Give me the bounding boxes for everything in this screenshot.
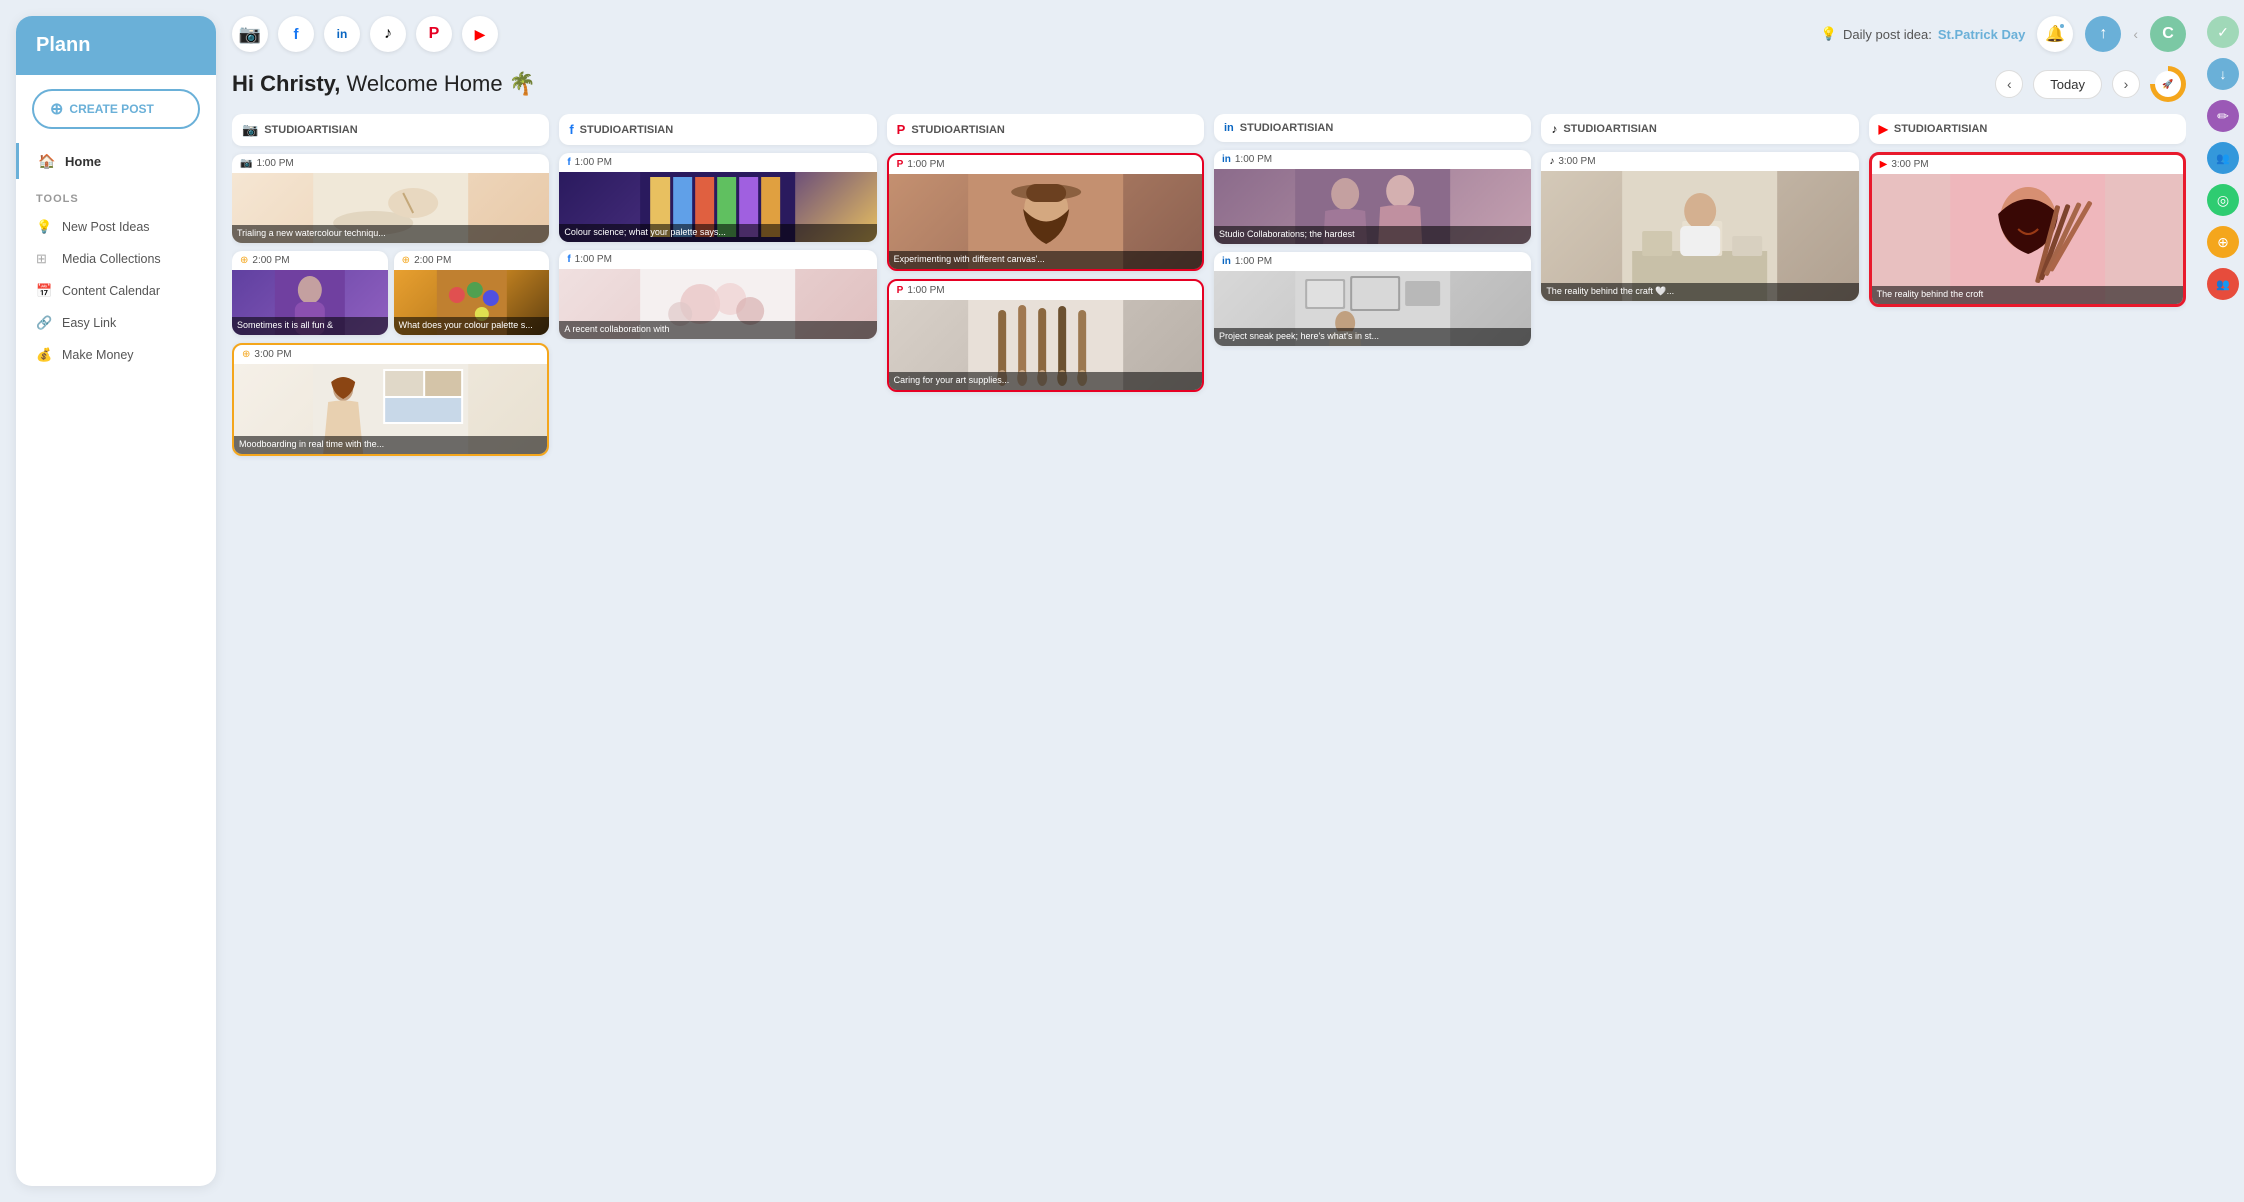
create-post-button[interactable]: ⊕ CREATE POST — [32, 89, 200, 129]
link-icon: 🔗 — [36, 315, 52, 331]
grid-icon: ⊞ — [36, 251, 52, 267]
pinterest-column-header: P STUDIOARTISIAN — [887, 114, 1204, 145]
notification-button[interactable]: 🔔 — [2037, 16, 2073, 52]
today-button[interactable]: Today — [2033, 70, 2102, 99]
post-caption: Colour science; what your palette says..… — [559, 224, 876, 242]
calendar-icon: 📅 — [36, 283, 52, 299]
coins-button[interactable]: ⊕ — [2207, 226, 2239, 258]
bulb-icon: 💡 — [1821, 26, 1837, 42]
post-card[interactable]: P1:00 PM — [887, 279, 1204, 392]
calendar-nav-controls: ‹ Today › 🚀 — [1995, 66, 2186, 102]
upload-button[interactable]: ↑ — [2085, 16, 2121, 52]
youtube-column-header: ▶ STUDIOARTISIAN — [1869, 114, 2186, 144]
instagram-column: 📷 STUDIOARTISIAN 📷1:00 PM — [232, 114, 549, 1178]
prev-button[interactable]: ‹ — [1995, 70, 2023, 98]
pinterest-icon[interactable]: P — [416, 16, 452, 52]
pinterest-col-icon: P — [897, 122, 906, 137]
pinterest-column: P STUDIOARTISIAN P1:00 PM — [887, 114, 1204, 1178]
edit-button[interactable]: ✏ — [2207, 100, 2239, 132]
youtube-icon[interactable]: ▶ — [462, 16, 498, 52]
sidebar-item-make-money[interactable]: 💰 Make Money — [16, 339, 216, 371]
daily-post-idea: 💡 Daily post idea: St.Patrick Day — [1821, 26, 2026, 42]
post-card[interactable]: ⊕3:00 PM — [232, 343, 549, 456]
progress-circle: 🚀 — [2150, 66, 2186, 102]
post-card[interactable]: in1:00 PM Studio Collaborations; the har… — [1214, 150, 1531, 244]
progress-icon: 🚀 — [2155, 71, 2181, 97]
welcome-section: Hi Christy, Welcome Home 🌴 ‹ Today › 🚀 — [232, 66, 2186, 102]
linkedin-column-header: in STUDIOARTISIAN — [1214, 114, 1531, 142]
post-caption: Sometimes it is all fun & — [232, 317, 388, 335]
user-avatar[interactable]: C — [2150, 16, 2186, 52]
main-content: 📷 f in ♪ P ▶ 💡 Daily post idea: St.Patri… — [216, 0, 2202, 1202]
sidebar-item-home[interactable]: 🏠 Home — [16, 143, 216, 179]
chevron-icon: ‹ — [2133, 26, 2138, 42]
post-caption: Project sneak peek; here's what's in st.… — [1214, 328, 1531, 346]
check-button[interactable]: ✓ — [2207, 16, 2239, 48]
topbar-right: 💡 Daily post idea: St.Patrick Day 🔔 ↑ ‹ … — [1821, 16, 2186, 52]
tools-label: TOOLS — [16, 179, 216, 211]
home-icon: 🏠 — [39, 153, 55, 169]
tiktok-icon[interactable]: ♪ — [370, 16, 406, 52]
tiktok-column-header: ♪ STUDIOARTISIAN — [1541, 114, 1858, 144]
sidebar: Plann ⊕ CREATE POST 🏠 Home TOOLS 💡 New P… — [16, 16, 216, 1186]
sidebar-item-media-collections[interactable]: ⊞ Media Collections — [16, 243, 216, 275]
right-sidebar: ✓ ↓ ✏ 👥 ◎ ⊕ 👥 — [2202, 0, 2244, 1202]
post-caption: Studio Collaborations; the hardest — [1214, 226, 1531, 244]
app-logo: Plann — [16, 16, 216, 75]
facebook-column-header: f STUDIOARTISIAN — [559, 114, 876, 145]
post-card[interactable]: ▶3:00 PM — [1869, 152, 2186, 307]
post-caption: The reality behind the croft — [1872, 286, 2183, 304]
facebook-col-icon: f — [569, 122, 573, 137]
social-platform-icons: 📷 f in ♪ P ▶ — [232, 16, 498, 52]
post-card[interactable]: in1:00 PM — [1214, 252, 1531, 346]
users-button[interactable]: 👥 — [2207, 142, 2239, 174]
facebook-column: f STUDIOARTISIAN f1:00 PM — [559, 114, 876, 1178]
sidebar-item-easy-link[interactable]: 🔗 Easy Link — [16, 307, 216, 339]
sidebar-item-new-post-ideas[interactable]: 💡 New Post Ideas — [16, 211, 216, 243]
post-card[interactable]: ⊕2:00 PM What does your colour palet — [394, 251, 550, 335]
post-caption: Experimenting with different canvas'... — [889, 251, 1202, 269]
upload-icon: ↑ — [2099, 25, 2107, 43]
instagram-icon[interactable]: 📷 — [232, 16, 268, 52]
group-button[interactable]: 👥 — [2207, 268, 2239, 300]
linkedin-col-icon: in — [1224, 122, 1234, 134]
instagram-column-header: 📷 STUDIOARTISIAN — [232, 114, 549, 146]
lightbulb-icon: 💡 — [36, 219, 52, 235]
post-card[interactable]: 📷1:00 PM Trialing a new watercolour tech… — [232, 154, 549, 243]
youtube-column: ▶ STUDIOARTISIAN ▶3:00 PM — [1869, 114, 2186, 1178]
facebook-icon[interactable]: f — [278, 16, 314, 52]
linkedin-column: in STUDIOARTISIAN in1:00 PM — [1214, 114, 1531, 1178]
post-card[interactable]: ♪3:00 PM — [1541, 152, 1858, 301]
post-card[interactable]: P1:00 PM Expe — [887, 153, 1204, 271]
next-button[interactable]: › — [2112, 70, 2140, 98]
plus-icon: ⊕ — [50, 99, 63, 119]
welcome-text: Hi Christy, Welcome Home 🌴 — [232, 71, 536, 97]
tiktok-col-icon: ♪ — [1551, 122, 1557, 136]
daily-post-link[interactable]: St.Patrick Day — [1938, 27, 2025, 42]
money-icon: 💰 — [36, 347, 52, 363]
post-caption: Moodboarding in real time with the... — [234, 436, 547, 454]
instagram-col-icon: 📷 — [242, 122, 258, 138]
post-card[interactable]: f1:00 PM — [559, 153, 876, 242]
linkedin-icon[interactable]: in — [324, 16, 360, 52]
post-card[interactable]: f1:00 PM A recent collaboration with — [559, 250, 876, 339]
post-caption: What does your colour palette s... — [394, 317, 550, 335]
post-caption: Caring for your art supplies... — [889, 372, 1202, 390]
download-button[interactable]: ↓ — [2207, 58, 2239, 90]
post-caption: A recent collaboration with — [559, 321, 876, 339]
network-button[interactable]: ◎ — [2207, 184, 2239, 216]
sidebar-item-content-calendar[interactable]: 📅 Content Calendar — [16, 275, 216, 307]
post-caption: The reality behind the craft 🤍... — [1541, 283, 1858, 301]
tiktok-column: ♪ STUDIOARTISIAN ♪3:00 PM — [1541, 114, 1858, 1178]
post-card[interactable]: ⊕2:00 PM Sometimes it is all fun & — [232, 251, 388, 335]
youtube-col-icon: ▶ — [1879, 122, 1888, 136]
topbar: 📷 f in ♪ P ▶ 💡 Daily post idea: St.Patri… — [232, 16, 2186, 52]
post-caption: Trialing a new watercolour techniqu... — [232, 225, 549, 243]
calendar-grid: 📷 STUDIOARTISIAN 📷1:00 PM — [232, 114, 2186, 1186]
